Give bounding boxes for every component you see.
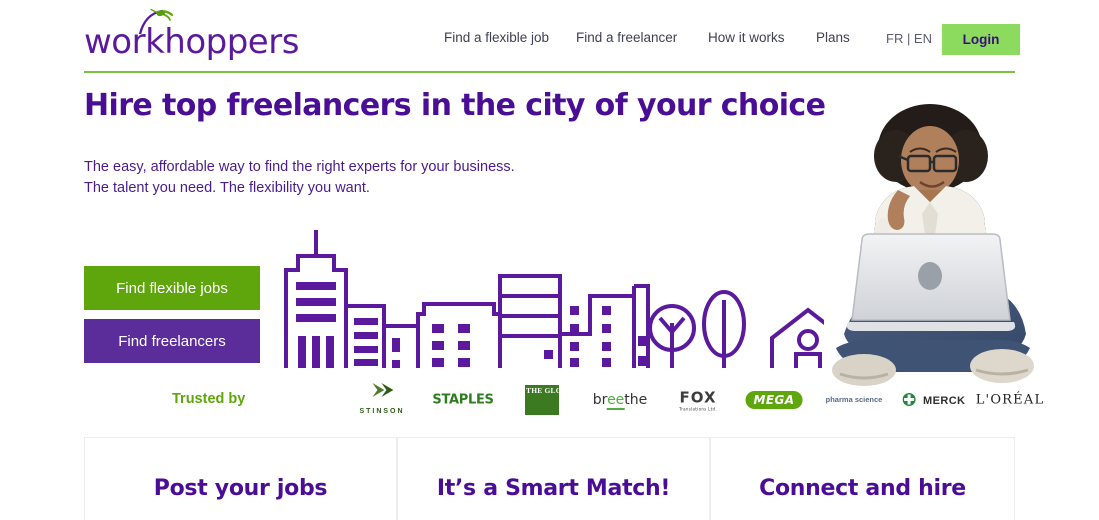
- page-title: Hire top freelancers in the city of your…: [84, 88, 826, 123]
- house-icon: [770, 307, 824, 368]
- nav-item-plans[interactable]: Plans: [816, 30, 850, 45]
- logo-fox-subtext: Translations Ltd.: [679, 406, 717, 412]
- logo-text: workhoppers: [84, 22, 299, 62]
- stinson-chevron-icon: [372, 383, 393, 397]
- logo-mega: MEGA: [736, 380, 812, 420]
- logo-loreal: L'ORÉAL: [972, 380, 1048, 420]
- logo-fox-translations: FOX Translations Ltd.: [660, 380, 736, 420]
- city-skyline-illustration: [284, 230, 824, 368]
- logo-merck: MERCK: [896, 380, 972, 420]
- card-title: Post your jobs: [153, 476, 328, 501]
- logo-stinson-text: STINSON: [359, 408, 405, 415]
- card-connect-and-hire[interactable]: Connect and hire: [710, 437, 1015, 520]
- nav-item-find-a-freelancer[interactable]: Find a freelancer: [576, 30, 677, 45]
- logo-breethe-text: breethe: [592, 392, 648, 410]
- logo-globe-and-mail-text: THE GLOBE AND MAIL: [525, 385, 614, 415]
- tree-oval-icon: [702, 290, 746, 368]
- find-freelancers-button[interactable]: Find freelancers: [84, 319, 260, 363]
- logo-stinson: STINSON: [344, 380, 420, 420]
- hero-subtitle-line-1: The easy, affordable way to find the rig…: [84, 159, 515, 175]
- logo-staples-text: STAPLES: [432, 392, 494, 408]
- tree-round-icon: [648, 304, 696, 368]
- landing-page: workhoppers Find a flexible job Find a f…: [0, 0, 1099, 520]
- logo-globe-and-mail: THE GLOBE AND MAIL: [504, 380, 614, 420]
- trusted-by-row: Trusted by STINSON STAPLES THE GLOBE AND…: [84, 380, 1043, 420]
- site-header: workhoppers Find a flexible job Find a f…: [0, 0, 1099, 73]
- hero-subtitle-line-2: The talent you need. The flexibility you…: [84, 180, 370, 196]
- merck-cross-icon: [902, 393, 916, 406]
- logo[interactable]: workhoppers: [84, 8, 324, 62]
- find-flexible-jobs-button[interactable]: Find flexible jobs: [84, 266, 260, 310]
- logo-pharmascience-text: pharma science: [825, 395, 883, 404]
- feature-cards: Post your jobs It’s a Smart Match! Conne…: [84, 437, 1015, 520]
- card-post-your-jobs[interactable]: Post your jobs: [84, 437, 397, 520]
- logo-breethe: breethe: [580, 380, 660, 420]
- nav-item-find-a-flexible-job[interactable]: Find a flexible job: [444, 30, 549, 45]
- login-button[interactable]: Login: [942, 24, 1020, 55]
- card-smart-match[interactable]: It’s a Smart Match!: [397, 437, 710, 520]
- logo-mega-text: MEGA: [745, 391, 803, 409]
- logo-staples: STAPLES: [422, 380, 504, 420]
- logo-fox-text: FOX: [679, 388, 717, 407]
- header-divider: [84, 71, 1015, 73]
- card-title: It’s a Smart Match!: [436, 476, 671, 501]
- card-title: Connect and hire: [759, 476, 966, 501]
- woman-with-laptop-photo: [832, 104, 1034, 386]
- trusted-by-label: Trusted by: [172, 391, 246, 407]
- nav-item-how-it-works[interactable]: How it works: [708, 30, 785, 45]
- logo-merck-text: MERCK: [923, 395, 966, 407]
- logo-pharmascience: pharma science: [812, 380, 896, 420]
- hero-subtitle: The easy, affordable way to find the rig…: [84, 157, 515, 199]
- logo-loreal-text: L'ORÉAL: [975, 392, 1045, 408]
- main-nav: Find a flexible job Find a freelancer Ho…: [430, 0, 1030, 72]
- language-switcher[interactable]: FR | EN: [886, 31, 932, 46]
